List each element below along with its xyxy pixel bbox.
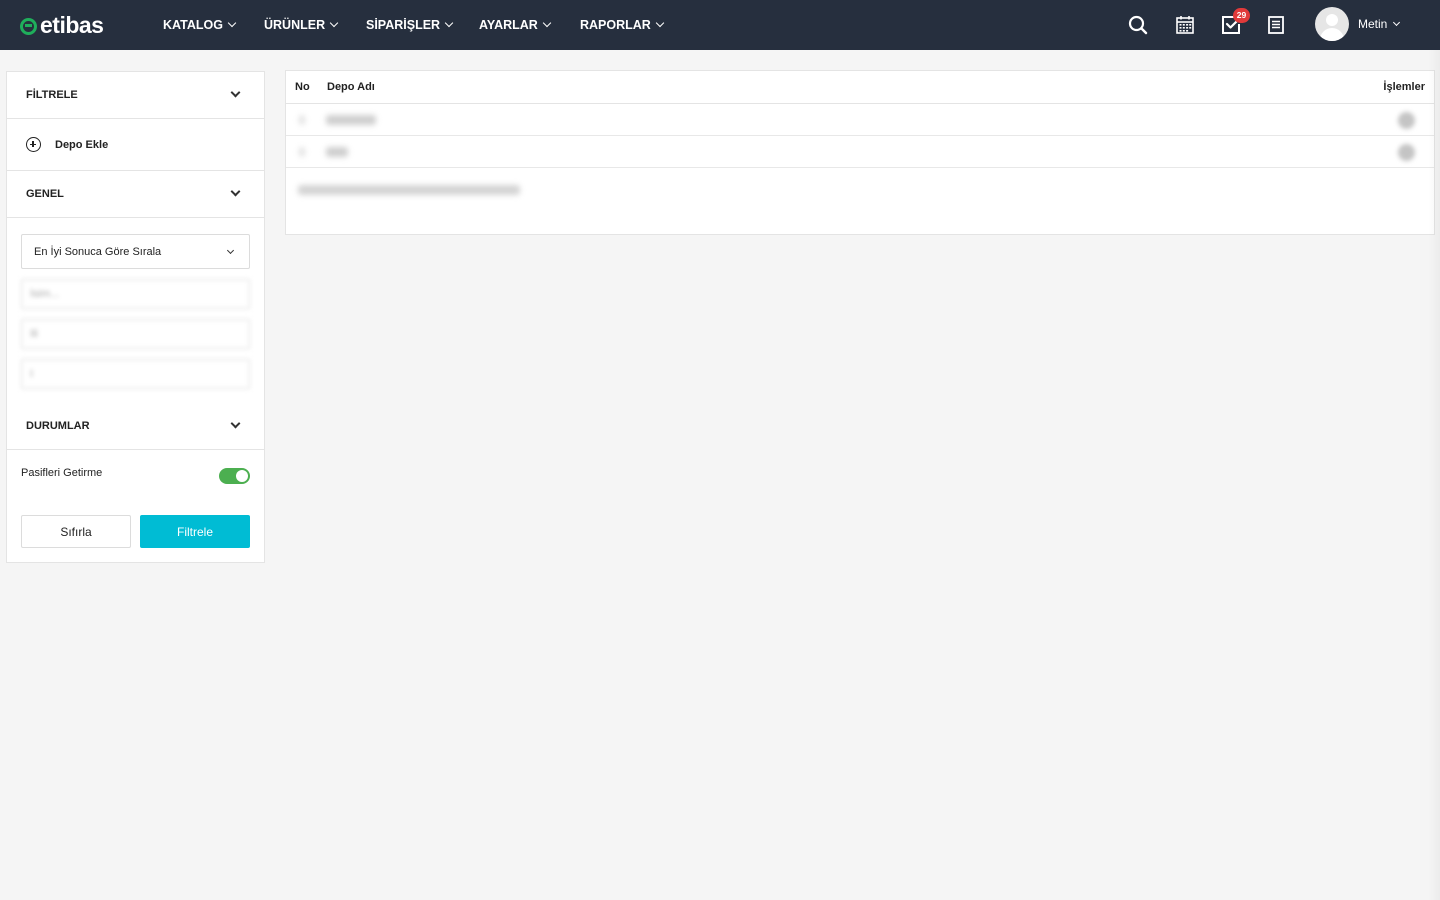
page-edge-shade [1428, 50, 1440, 900]
user-menu[interactable]: Metin [1358, 17, 1401, 31]
task-count-badge: 29 [1233, 8, 1250, 23]
nav-siparisler[interactable]: SİPARİŞLER [366, 17, 454, 33]
filter-panel: FİLTRELE Depo Ekle GENEL En İyi Sonuca G… [6, 71, 265, 563]
city-input[interactable] [21, 319, 250, 349]
add-circle-icon [26, 137, 41, 152]
row-no-redacted [299, 147, 305, 157]
column-header-name[interactable]: Depo Adı [327, 81, 375, 93]
nav-urunler[interactable]: ÜRÜNLER [264, 17, 339, 33]
row-actions-icon[interactable] [1398, 144, 1415, 161]
table-row[interactable] [286, 104, 1434, 136]
calendar-icon[interactable] [1173, 13, 1197, 37]
row-name-redacted [326, 115, 376, 125]
chevron-down-icon [655, 18, 665, 28]
chevron-down-icon [1393, 18, 1401, 27]
chevron-down-icon [542, 18, 552, 28]
avatar-head [1326, 14, 1338, 26]
avatar-body [1320, 28, 1344, 41]
reset-button[interactable]: Sıfırla [21, 515, 131, 548]
chevron-down-icon [230, 87, 241, 98]
nav-raporlar[interactable]: RAPORLAR [580, 17, 665, 33]
nav-raporlar-label: RAPORLAR [580, 18, 651, 32]
table-row[interactable] [286, 136, 1434, 168]
document-icon[interactable] [1264, 13, 1288, 37]
table-header: No Depo Adı İşlemler [286, 71, 1434, 104]
chevron-down-icon [230, 418, 241, 429]
add-warehouse-label: Depo Ekle [55, 138, 109, 151]
chevron-down-icon [226, 246, 235, 255]
nav-siparisler-label: SİPARİŞLER [366, 18, 441, 32]
nav-katalog[interactable]: KATALOG [163, 17, 237, 33]
logo-mark-icon [20, 17, 37, 35]
name-input[interactable] [21, 279, 250, 309]
nav-urunler-label: ÜRÜNLER [264, 18, 326, 32]
filter-button[interactable]: Filtrele [140, 515, 250, 548]
nav-katalog-label: KATALOG [163, 18, 223, 32]
brand-name: etibas [40, 11, 104, 38]
nav-ayarlar[interactable]: AYARLAR [479, 17, 552, 33]
status-section-header[interactable]: DURUMLAR [7, 403, 264, 450]
table-footer-redacted [298, 185, 520, 195]
chevron-down-icon [227, 18, 237, 28]
filter-section-title: FİLTRELE [26, 89, 78, 101]
chevron-down-icon [230, 186, 241, 197]
row-no-redacted [299, 115, 305, 125]
column-header-actions: İşlemler [1383, 81, 1425, 93]
add-warehouse-button[interactable]: Depo Ekle [7, 119, 264, 171]
brand-logo[interactable]: etibas [20, 11, 104, 39]
row-name-redacted [326, 147, 348, 157]
passive-toggle-label: Pasifleri Getirme [21, 467, 103, 479]
user-name: Metin [1358, 17, 1388, 31]
chevron-down-icon [444, 18, 454, 28]
filter-section-header[interactable]: FİLTRELE [7, 72, 264, 119]
passive-toggle[interactable] [219, 468, 250, 484]
sort-select[interactable]: En İyi Sonuca Göre Sırala [21, 234, 250, 269]
sort-select-value: En İyi Sonuca Göre Sırala [34, 245, 162, 258]
toggle-knob [236, 470, 248, 482]
top-navbar: etibas KATALOG ÜRÜNLER SİPARİŞLER AYARLA… [0, 0, 1440, 50]
nav-ayarlar-label: AYARLAR [479, 18, 538, 32]
district-input[interactable] [21, 359, 250, 389]
row-actions-icon[interactable] [1398, 112, 1415, 129]
general-section-header[interactable]: GENEL [7, 171, 264, 218]
status-section-title: DURUMLAR [26, 420, 90, 432]
column-header-no[interactable]: No [295, 81, 310, 93]
search-icon[interactable] [1126, 13, 1150, 37]
general-section-title: GENEL [26, 188, 64, 200]
avatar[interactable] [1315, 7, 1349, 41]
chevron-down-icon [329, 18, 339, 28]
warehouse-table-card: No Depo Adı İşlemler [285, 70, 1435, 235]
